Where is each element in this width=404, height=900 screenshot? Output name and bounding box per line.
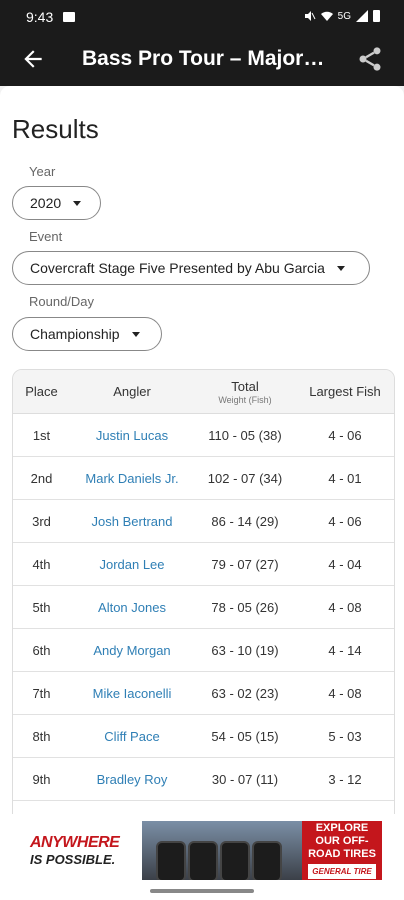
- ad-creative[interactable]: ANYWHERE IS POSSIBLE. EXPLORE OUR OFF-RO…: [24, 821, 382, 880]
- table-header: Place Angler Total Weight (Fish) Largest…: [13, 370, 394, 414]
- largest-cell: 4 - 08: [328, 685, 362, 701]
- table-row: 5th Alton Jones 78 - 05 (26) 4 - 08: [13, 586, 394, 629]
- header-total-label: Total: [231, 378, 259, 394]
- angler-link[interactable]: Mike Iaconelli: [70, 686, 194, 701]
- total-cell: 54 - 05 (15): [211, 728, 279, 744]
- gesture-home-bar[interactable]: [150, 889, 254, 893]
- status-time: 9:43: [26, 9, 54, 25]
- chevron-down-icon: [336, 265, 345, 271]
- place-cell: 4th: [32, 556, 51, 572]
- largest-cell: 4 - 01: [328, 470, 362, 486]
- header-total-sub: Weight (Fish): [218, 394, 272, 405]
- place-cell: 6th: [32, 642, 51, 658]
- place-cell: 1st: [32, 427, 51, 443]
- total-cell: 79 - 07 (27): [211, 556, 279, 572]
- back-arrow-icon[interactable]: [20, 46, 46, 72]
- ad-cta: EXPLORE OUR OFF-ROAD TIRES: [308, 822, 376, 860]
- place-cell: 3rd: [32, 513, 51, 529]
- round-value: Championship: [30, 326, 120, 342]
- angler-link[interactable]: Cliff Pace: [70, 729, 194, 744]
- ad-brand-logo: GENERAL TIRE: [308, 864, 376, 879]
- status-bar: 9:43 5G: [0, 0, 404, 36]
- table-row: 7th Mike Iaconelli 63 - 02 (23) 4 - 08: [13, 672, 394, 715]
- share-icon[interactable]: [356, 45, 384, 73]
- table-row: 9th Bradley Roy 30 - 07 (11) 3 - 12: [13, 758, 394, 801]
- tire-icon: [220, 841, 250, 880]
- angler-link[interactable]: Josh Bertrand: [70, 514, 194, 529]
- gallery-notification-icon: [63, 12, 75, 22]
- header-angler: Angler: [113, 384, 151, 399]
- largest-cell: 3 - 12: [328, 771, 362, 787]
- network-type: 5G: [337, 10, 351, 22]
- place-cell: 2nd: [30, 470, 53, 486]
- mute-icon: [304, 11, 316, 21]
- round-label: Round/Day: [29, 294, 95, 309]
- ad-headline: ANYWHERE: [30, 834, 120, 851]
- tire-icon: [252, 841, 282, 880]
- largest-cell: 4 - 04: [328, 556, 362, 572]
- tire-icon: [188, 841, 218, 880]
- ad-tire-image: [142, 821, 302, 880]
- largest-cell: 4 - 06: [328, 513, 362, 529]
- status-icons: 5G: [304, 10, 380, 22]
- total-cell: 86 - 14 (29): [211, 513, 279, 529]
- table-row: 2nd Mark Daniels Jr. 102 - 07 (34) 4 - 0…: [13, 457, 394, 500]
- place-cell: 8th: [32, 728, 51, 744]
- event-value: Covercraft Stage Five Presented by Abu G…: [30, 260, 325, 276]
- header-total: Total Weight (Fish): [194, 379, 296, 405]
- place-cell: 9th: [32, 771, 51, 787]
- year-value: 2020: [30, 195, 62, 211]
- chevron-down-icon: [131, 331, 140, 337]
- page-title: Results: [12, 114, 99, 144]
- round-dropdown[interactable]: Championship: [12, 317, 162, 351]
- year-dropdown[interactable]: 2020: [12, 186, 101, 220]
- total-cell: 110 - 05 (38): [208, 427, 282, 443]
- total-cell: 63 - 10 (19): [211, 642, 279, 658]
- total-cell: 78 - 05 (26): [211, 599, 279, 615]
- largest-cell: 5 - 03: [328, 728, 362, 744]
- angler-link[interactable]: Bradley Roy: [70, 772, 194, 787]
- table-row: 3rd Josh Bertrand 86 - 14 (29) 4 - 06: [13, 500, 394, 543]
- results-content: Results Year 2020 Event Covercraft Stage…: [0, 86, 404, 814]
- table-row: 8th Cliff Pace 54 - 05 (15) 5 - 03: [13, 715, 394, 758]
- total-cell: 102 - 07 (34): [207, 470, 283, 486]
- table-row: 6th Andy Morgan 63 - 10 (19) 4 - 14: [13, 629, 394, 672]
- header-place: Place: [25, 384, 58, 399]
- app-bar: Bass Pro Tour – Major…: [0, 36, 404, 86]
- largest-cell: 4 - 14: [328, 642, 362, 658]
- angler-link[interactable]: Alton Jones: [70, 600, 194, 615]
- event-label: Event: [29, 229, 63, 244]
- ad-cta-block: EXPLORE OUR OFF-ROAD TIRES GENERAL TIRE: [302, 821, 382, 880]
- angler-link[interactable]: Andy Morgan: [70, 643, 194, 658]
- largest-cell: 4 - 06: [328, 427, 362, 443]
- table-row: 4th Jordan Lee 79 - 07 (27) 4 - 04: [13, 543, 394, 586]
- app-bar-title: Bass Pro Tour – Major…: [82, 47, 325, 70]
- ad-banner[interactable]: ANYWHERE IS POSSIBLE. EXPLORE OUR OFF-RO…: [0, 814, 404, 900]
- total-cell: 63 - 02 (23): [211, 685, 279, 701]
- ad-text-block: ANYWHERE IS POSSIBLE.: [24, 821, 142, 880]
- wifi-icon: [320, 11, 333, 21]
- total-cell: 30 - 07 (11): [211, 771, 279, 787]
- angler-link[interactable]: Mark Daniels Jr.: [70, 471, 194, 486]
- tire-icon: [156, 841, 186, 880]
- ad-subline: IS POSSIBLE.: [30, 852, 116, 867]
- table-row: 1st Justin Lucas 110 - 05 (38) 4 - 06: [13, 414, 394, 457]
- battery-icon: [373, 10, 380, 22]
- place-cell: 5th: [32, 599, 51, 615]
- header-largest: Largest Fish: [309, 384, 381, 399]
- angler-link[interactable]: Justin Lucas: [70, 428, 194, 443]
- place-cell: 7th: [32, 685, 51, 701]
- chevron-down-icon: [73, 200, 82, 206]
- angler-link[interactable]: Jordan Lee: [70, 557, 194, 572]
- largest-cell: 4 - 08: [328, 599, 362, 615]
- event-dropdown[interactable]: Covercraft Stage Five Presented by Abu G…: [12, 251, 370, 285]
- signal-icon: [356, 10, 368, 22]
- results-table: Place Angler Total Weight (Fish) Largest…: [12, 369, 395, 814]
- year-label: Year: [29, 164, 56, 179]
